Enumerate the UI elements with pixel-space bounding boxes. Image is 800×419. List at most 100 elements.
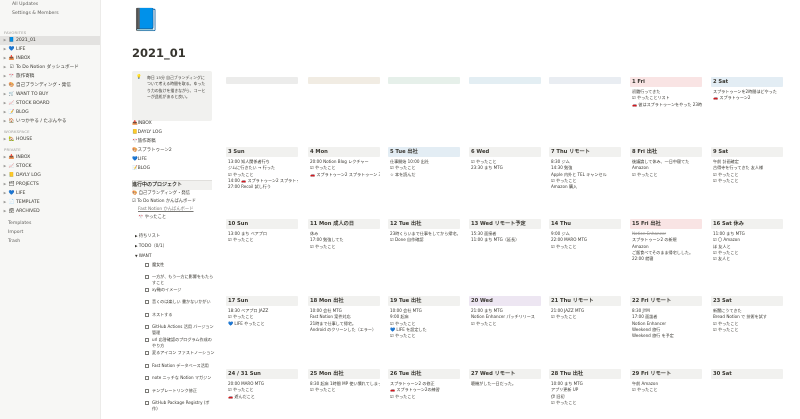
- calendar-day-cell[interactable]: 4 Mon 20:00 Notion Blog レクチャー ☑ やったこと 🚗 スプラ…: [308, 147, 380, 215]
- day-header[interactable]: 8 Fri 出社: [630, 147, 702, 157]
- calendar-day-cell[interactable]: 3 Sun 13:00 知人関係者行ち ジムに行きたい → 行った ☑ やったこと 14…: [226, 147, 298, 215]
- sidebar-item[interactable]: ▶ 🏡 HOUSE: [0, 135, 100, 144]
- calendar-event[interactable]: ☑ やったこと: [226, 237, 298, 243]
- checkbox[interactable]: [145, 376, 149, 380]
- calendar-event[interactable]: 23:30 まち MTG: [469, 165, 541, 171]
- calendar-day-cell[interactable]: 20 Wed 21:00 まち MTG Notion Enhancer パッチリリー…: [469, 296, 541, 364]
- day-header[interactable]: 14 Thu: [549, 219, 621, 229]
- calendar-day-cell[interactable]: 17 Sun 18:30 ベアプロ JAZZ ☑ やったこと 💙 LIFE やったこと: [226, 296, 298, 364]
- page-link[interactable]: 📥INBOX: [132, 120, 152, 128]
- chevron-right-icon[interactable]: ▶: [3, 162, 7, 171]
- page-link[interactable]: 🎨スプラトゥーン2: [132, 147, 172, 155]
- calendar-event[interactable]: ☑ 友人と: [711, 256, 783, 262]
- checkbox[interactable]: [145, 338, 149, 342]
- day-header[interactable]: 25 Mon 出社: [308, 369, 380, 379]
- day-header[interactable]: 11 Mon 成人の日: [308, 219, 380, 229]
- calendar-event[interactable]: ☆ 本を読んだ: [388, 172, 460, 178]
- calendar-day-cell[interactable]: 11 Mon 成人の日 休み 17:00 勉強してた ☑ やったこと: [308, 219, 380, 287]
- calendar-event[interactable]: Notion Enhancer パッチリリース: [469, 314, 541, 320]
- sidebar-top-item[interactable]: All Updates: [0, 0, 100, 9]
- sidebar-item[interactable]: ▶ 📈 STOCK BOARD: [0, 99, 100, 108]
- toggle-item[interactable]: ▶ TODO（0/1）: [135, 242, 167, 250]
- calendar-event[interactable]: ☑ やったこと: [308, 244, 380, 250]
- calendar-day-cell[interactable]: 26 Tue 出社 スプラトゥーン2 の修正 🚗 スプラトゥーン2の練習 ☑ やったこ…: [388, 369, 460, 419]
- calendar-day-cell[interactable]: 23 Sat 新聞にうてきた Bread Notion で 技術を試す ☑ やったこと…: [711, 296, 783, 364]
- want-item[interactable]: GitHub Actions 活用 バージョン管理: [145, 324, 215, 336]
- chevron-right-icon[interactable]: ▶: [3, 63, 7, 72]
- want-item[interactable]: GitHub Package Registry (ボ作): [145, 400, 215, 412]
- sidebar-bottom-item[interactable]: Templates: [0, 219, 100, 228]
- calendar-day-cell[interactable]: 25 Mon 出社8:30 起床 1時間 MP 使い慣れてしまったような気持ちだ…: [308, 369, 380, 419]
- want-item[interactable]: url 応答確認のプログラム作成のやり方: [145, 337, 215, 349]
- calendar-event[interactable]: Amazon 購入: [549, 184, 621, 190]
- day-header[interactable]: 1 Fri: [630, 77, 702, 87]
- sidebar-item[interactable]: ▶ 📈 STOCK: [0, 162, 100, 171]
- calendar-day-cell[interactable]: 7 Thu リモート 8:30 ジム 14:30 勉強 Apple 内外と TEL キ…: [549, 147, 621, 215]
- calendar-day-cell[interactable]: 21 Thu リモート 21:00 JAZZ MTG ☑ やったこと: [549, 296, 621, 364]
- project-item[interactable]: 🎌 やったこと: [132, 214, 212, 222]
- chevron-right-icon[interactable]: ▶: [3, 207, 7, 216]
- sidebar-bottom-item[interactable]: Trash: [0, 237, 100, 246]
- calendar-day-cell[interactable]: 28 Thu 出社 10:00 まち MTG アプリ更新 UP 伊 旧初 ☑ やったこと: [549, 369, 621, 419]
- day-header[interactable]: 21 Thu リモート: [549, 296, 621, 306]
- calendar-day-cell[interactable]: 9 Sat 午前 計画確定 古得寺を行ってきた 友人様 ☑ やったこと ☑ やったこと: [711, 147, 783, 215]
- chevron-right-icon[interactable]: ▶: [3, 108, 7, 117]
- chevron-right-icon[interactable]: ▶: [3, 171, 7, 180]
- calendar-event[interactable]: 🚗 スプラトゥーン2 スプラトゥーン 30分: [308, 172, 380, 178]
- want-item[interactable]: 魔女性: [145, 262, 215, 268]
- checkbox[interactable]: [145, 313, 149, 317]
- want-item[interactable]: 音くのは楽しい 書かないかがい: [145, 299, 215, 305]
- calendar-day-cell[interactable]: 22 Fri リモート 8:30 JYM 17:00 面談者 Notion Enhan…: [630, 296, 702, 364]
- checkbox[interactable]: [145, 263, 149, 267]
- calendar-day-cell[interactable]: 18 Mon 出社 10:00 会社 MTG Fast Notion 案件対応 21時…: [308, 296, 380, 364]
- calendar-day-cell[interactable]: 12 Tue 出社23時くらいまで仕事をしてから帰宅。新しい、ネイティブ 試み☑…: [388, 219, 460, 287]
- calendar-event[interactable]: ☑ やったこと: [308, 387, 380, 393]
- sidebar-item[interactable]: ▶ 📥 INBOX: [0, 153, 100, 162]
- page-link[interactable]: 📝BLOG: [132, 165, 150, 173]
- checkbox[interactable]: [145, 364, 149, 368]
- sidebar-bottom-item[interactable]: Import: [0, 228, 100, 237]
- sidebar-item[interactable]: ▶ 🎌 旅作寄稿: [0, 72, 100, 81]
- chevron-right-icon[interactable]: ▶: [3, 90, 7, 99]
- sidebar-item[interactable]: ▶ 💙 LIFE: [0, 189, 100, 198]
- sidebar-item[interactable]: ▶ 📒 DAYLY LOG: [0, 171, 100, 180]
- day-header[interactable]: 15 Fri 出社: [630, 219, 702, 229]
- want-item[interactable]: テンプレートリンク修正: [145, 388, 215, 394]
- page-link[interactable]: 🎌旅作寄稿: [132, 138, 156, 146]
- sidebar-item[interactable]: ▶ 📝 BLOG: [0, 108, 100, 117]
- want-item[interactable]: note ニッチな Notion マガジン: [145, 375, 215, 381]
- day-header[interactable]: 9 Sat: [711, 147, 783, 157]
- chevron-right-icon[interactable]: ▶: [3, 189, 7, 198]
- day-header[interactable]: 28 Thu 出社: [549, 369, 621, 379]
- calendar-day-cell[interactable]: 13 Wed リモート予定 15:30 面接者 11:00 まち MTG（延長）: [469, 219, 541, 287]
- sidebar-item[interactable]: ▶ 💙 LIFE: [0, 45, 100, 54]
- day-header[interactable]: 10 Sun: [226, 219, 298, 229]
- calendar-event[interactable]: 💙 LIFE やったこと: [226, 321, 298, 327]
- calendar-event[interactable]: ☑ やったこと: [711, 327, 783, 333]
- sidebar-top-item[interactable]: Settings & Members: [0, 9, 100, 18]
- page-link[interactable]: 📒DAYLY LOG: [132, 129, 162, 137]
- day-header[interactable]: 16 Sat 休み: [711, 219, 783, 229]
- want-item[interactable]: 変るアイコン ファストノーション: [145, 350, 215, 356]
- chevron-right-icon[interactable]: ▶: [3, 117, 7, 126]
- sidebar-item[interactable]: ▶ 📄 TEMPLATE: [0, 198, 100, 207]
- calendar-day-cell[interactable]: 27 Wed リモート 聴機がした一日だった。: [469, 369, 541, 419]
- calendar-event[interactable]: 22:00 就寝: [630, 256, 702, 262]
- calendar-event[interactable]: 聴機がした一日だった。: [469, 381, 541, 387]
- calendar-event[interactable]: ☑ やったこと: [630, 172, 702, 178]
- calendar-event[interactable]: ☑ やったこと: [549, 244, 621, 250]
- want-item[interactable]: 一方が、もう一方に影響をもたらすこと: [145, 274, 215, 286]
- calendar-day-cell[interactable]: 15 Fri 出社 Notion Enhancer スプラトゥーン2 の新規 Amaz…: [630, 219, 702, 287]
- day-header[interactable]: 29 Fri リモート: [630, 369, 702, 379]
- toggle-item[interactable]: ▶ 待ちリスト: [135, 232, 160, 240]
- calendar-day-cell[interactable]: 6 Wed ☑ やったこと 23:30 まち MTG: [469, 147, 541, 215]
- chevron-right-icon[interactable]: ▶: [3, 135, 7, 144]
- checkbox[interactable]: [145, 401, 149, 405]
- chevron-right-icon[interactable]: ▶: [3, 198, 7, 207]
- chevron-right-icon[interactable]: ▶: [3, 99, 7, 108]
- calendar-day-cell[interactable]: 5 Tue 出社 仕事開始 10:00 出社 ☑ やったこと ☆ 本を読んだ: [388, 147, 460, 215]
- calendar-day-cell[interactable]: 24 / 31 Sun 20:00 MARO MTG ☑ やったこと 🚗 遊んだこと: [226, 369, 298, 419]
- page-book-icon[interactable]: 📘: [132, 8, 159, 34]
- day-header[interactable]: 30 Sat: [711, 369, 783, 379]
- calendar-event[interactable]: ☑ やったこと: [711, 178, 783, 184]
